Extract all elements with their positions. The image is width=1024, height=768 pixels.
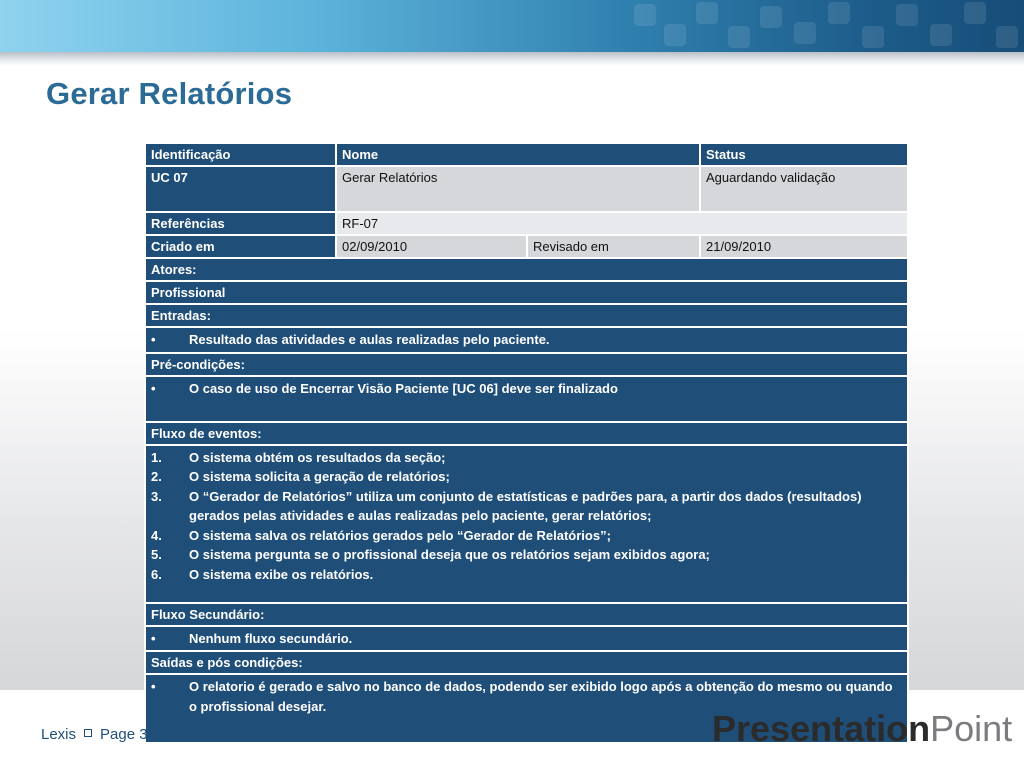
slide-title: Gerar Relatórios	[46, 76, 293, 111]
section-row: Atores:	[144, 257, 909, 282]
list-item: 5. O sistema pergunta se o profissional d…	[151, 547, 710, 562]
section-row: Saídas e pós condições:	[144, 650, 909, 675]
footer-company: Lexis	[41, 726, 77, 743]
list-item-text: Nenhum fluxo secundário.	[189, 630, 353, 646]
brand-logo: PresentationPoint	[712, 708, 1013, 749]
section-entradas: Entradas:	[144, 303, 909, 328]
cell-precondicoes: • O caso de uso de Encerrar Visão Pacient…	[144, 374, 909, 423]
cell-referencias-value: RF-07	[335, 211, 909, 236]
cell-revisado-label: Revisado em	[526, 234, 701, 259]
list-item: • Nenhum fluxo secundário.	[151, 629, 902, 649]
section-fluxo: Fluxo de eventos:	[144, 420, 909, 446]
table-row: 1. O sistema obtém os resultados da seção…	[144, 443, 909, 604]
cell-fluxo: 1. O sistema obtém os resultados da seção…	[144, 443, 909, 604]
section-fluxo-secundario: Fluxo Secundário:	[144, 601, 909, 627]
section-row: Pré-condições:	[144, 351, 909, 377]
cell-criado-label: Criado em	[144, 234, 337, 259]
cell-id: UC 07	[144, 165, 337, 213]
table-header-row: Identificação Nome Status	[144, 142, 909, 167]
table-row: • Resultado das atividades e aulas realiz…	[144, 326, 909, 354]
slide: Gerar Relatórios Identificação Nome Stat…	[0, 0, 1024, 768]
section-saidas: Saídas e pós condições:	[144, 650, 909, 675]
fluxo-list: 1. O sistema obtém os resultados da seção…	[151, 448, 902, 585]
table-row: Profissional	[144, 280, 909, 305]
list-item: 2. O sistema solicita a geração de relató…	[151, 469, 450, 484]
section-row: Fluxo Secundário:	[144, 601, 909, 627]
cell-fluxo-secundario: • Nenhum fluxo secundário.	[144, 624, 909, 652]
table-row: Referências RF-07	[144, 211, 909, 236]
use-case-table: Identificação Nome Status UC 07 Gerar Re…	[144, 142, 909, 744]
list-item: 6. O sistema exibe os relatórios.	[151, 566, 374, 582]
bullet-marker: •	[151, 630, 156, 646]
page-number: Page 34	[100, 726, 156, 743]
list-item: • Resultado das atividades e aulas realiz…	[151, 330, 902, 350]
banner-squares-decoration	[604, 0, 1024, 52]
table-row: Criado em 02/09/2010 Revisado em 21/09/2…	[144, 234, 909, 259]
list-item: • O caso de uso de Encerrar Visão Pacient…	[151, 379, 902, 399]
cell-nome: Gerar Relatórios	[335, 165, 701, 213]
list-item: 1. O sistema obtém os resultados da seção…	[151, 449, 446, 465]
header-status: Status	[699, 142, 909, 167]
table-row: • O caso de uso de Encerrar Visão Pacient…	[144, 374, 909, 423]
section-row: Fluxo de eventos:	[144, 420, 909, 446]
list-item-text: Resultado das atividades e aulas realiza…	[189, 332, 550, 347]
table-row: UC 07 Gerar Relatórios Aguardando valida…	[144, 165, 909, 213]
banner-shadow	[0, 52, 1024, 66]
cell-criado-value: 02/09/2010	[335, 234, 528, 259]
section-atores: Atores:	[144, 257, 909, 282]
list-item: 4. O sistema salva os relatórios gerados …	[151, 527, 611, 543]
footer-separator-icon	[84, 729, 93, 737]
cell-referencias-label: Referências	[144, 211, 337, 236]
cell-status: Aguardando validação	[699, 165, 909, 213]
cell-atores-value: Profissional	[144, 280, 909, 305]
footer: Lexis Page 34	[41, 726, 156, 743]
top-banner	[0, 0, 1024, 52]
bullet-marker: •	[151, 380, 156, 396]
table-row: • Nenhum fluxo secundário.	[144, 624, 909, 652]
header-identificacao: Identificação	[144, 142, 337, 167]
header-nome: Nome	[335, 142, 701, 167]
cell-entradas: • Resultado das atividades e aulas realiz…	[144, 326, 909, 354]
cell-revisado-value: 21/09/2010	[699, 234, 909, 259]
bullet-marker: •	[151, 332, 156, 347]
list-item-text: O caso de uso de Encerrar Visão Paciente…	[189, 380, 618, 396]
section-precondicoes: Pré-condições:	[144, 351, 909, 377]
list-item: 3. O “Gerador de Relatórios” utiliza um c…	[151, 488, 862, 524]
bullet-marker: •	[151, 679, 156, 694]
section-row: Entradas:	[144, 303, 909, 328]
